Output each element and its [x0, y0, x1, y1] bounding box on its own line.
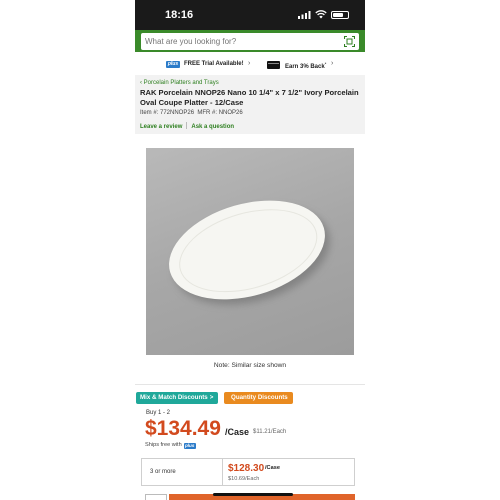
buy-range: Buy 1 - 2 [146, 410, 171, 416]
quantity-tier-row: 3 or more $128.30 /Case $10.69/Each [141, 458, 355, 486]
tier-price: $128.30 [228, 463, 265, 474]
cashback-link[interactable]: Earn 3% Back* [285, 61, 326, 70]
item-number: Item #: 772NNOP26 [140, 110, 195, 116]
chevron-right-icon: › [331, 60, 334, 67]
search-input[interactable] [145, 33, 335, 50]
price-unit: /Case [225, 427, 250, 437]
ask-question-link[interactable]: Ask a question [191, 124, 234, 130]
chevron-left-icon: ‹ [140, 80, 142, 86]
mfr-number: MFR #: NNOP26 [197, 110, 243, 116]
tier-qty: 3 or more [150, 469, 176, 475]
quantity-input[interactable] [145, 494, 167, 500]
status-time: 18:16 [165, 9, 194, 21]
divider [186, 122, 188, 129]
wifi-icon [315, 10, 327, 19]
chevron-right-icon: › [248, 60, 251, 67]
barcode-scan-icon[interactable] [344, 36, 355, 47]
product-title: RAK Porcelain NNOP26 Nano 10 1/4" x 7 1/… [140, 88, 359, 107]
breadcrumb[interactable]: ‹ Porcelain Platters and Trays [140, 80, 219, 86]
mix-match-label: Mix & Match Discounts [140, 394, 208, 401]
image-note: Note: Similar size shown [213, 362, 287, 369]
breadcrumb-label: Porcelain Platters and Trays [143, 80, 219, 86]
home-indicator [213, 493, 293, 496]
signal-icon [298, 11, 311, 19]
plus-badge: plus [166, 61, 180, 68]
product-header: ‹ Porcelain Platters and Trays RAK Porce… [135, 75, 365, 134]
search-header [135, 30, 365, 52]
ships-free: Ships free with plus [145, 442, 196, 449]
promo-strip: plus FREE Trial Available! › Earn 3% Bac… [135, 57, 365, 73]
chevron-right-icon: > [209, 394, 214, 401]
quantity-discounts-button[interactable]: Quantity Discounts [224, 392, 293, 404]
price: $134.49 [145, 417, 221, 440]
tier-divider [222, 459, 223, 485]
free-trial-link[interactable]: FREE Trial Available! [184, 61, 244, 67]
price-each: $11.21/Each [253, 429, 287, 435]
section-divider [135, 384, 365, 385]
cashback-mark: * [324, 61, 327, 66]
cashback-text: Earn 3% Back [285, 64, 325, 70]
phone-screen: 18:16 plus FREE Trial Available! › Earn … [135, 0, 365, 500]
product-image[interactable] [146, 148, 354, 355]
search-box[interactable] [141, 33, 359, 50]
credit-card-icon [267, 61, 280, 69]
plus-badge: plus [183, 443, 196, 449]
tier-each: $10.69/Each [228, 476, 260, 482]
review-links: Leave a review Ask a question [140, 122, 234, 130]
oval-platter-image [157, 183, 337, 317]
product-meta: Item #: 772NNOP26 MFR #: NNOP26 [140, 110, 243, 116]
leave-review-link[interactable]: Leave a review [140, 124, 182, 130]
battery-icon [331, 11, 349, 19]
ships-free-text: Ships free with [145, 442, 182, 448]
quantity-discounts-label: Quantity Discounts [231, 394, 288, 401]
mix-match-discounts-button[interactable]: Mix & Match Discounts > [136, 392, 218, 404]
status-bar: 18:16 [135, 0, 365, 30]
tier-unit: /Case [265, 465, 280, 471]
